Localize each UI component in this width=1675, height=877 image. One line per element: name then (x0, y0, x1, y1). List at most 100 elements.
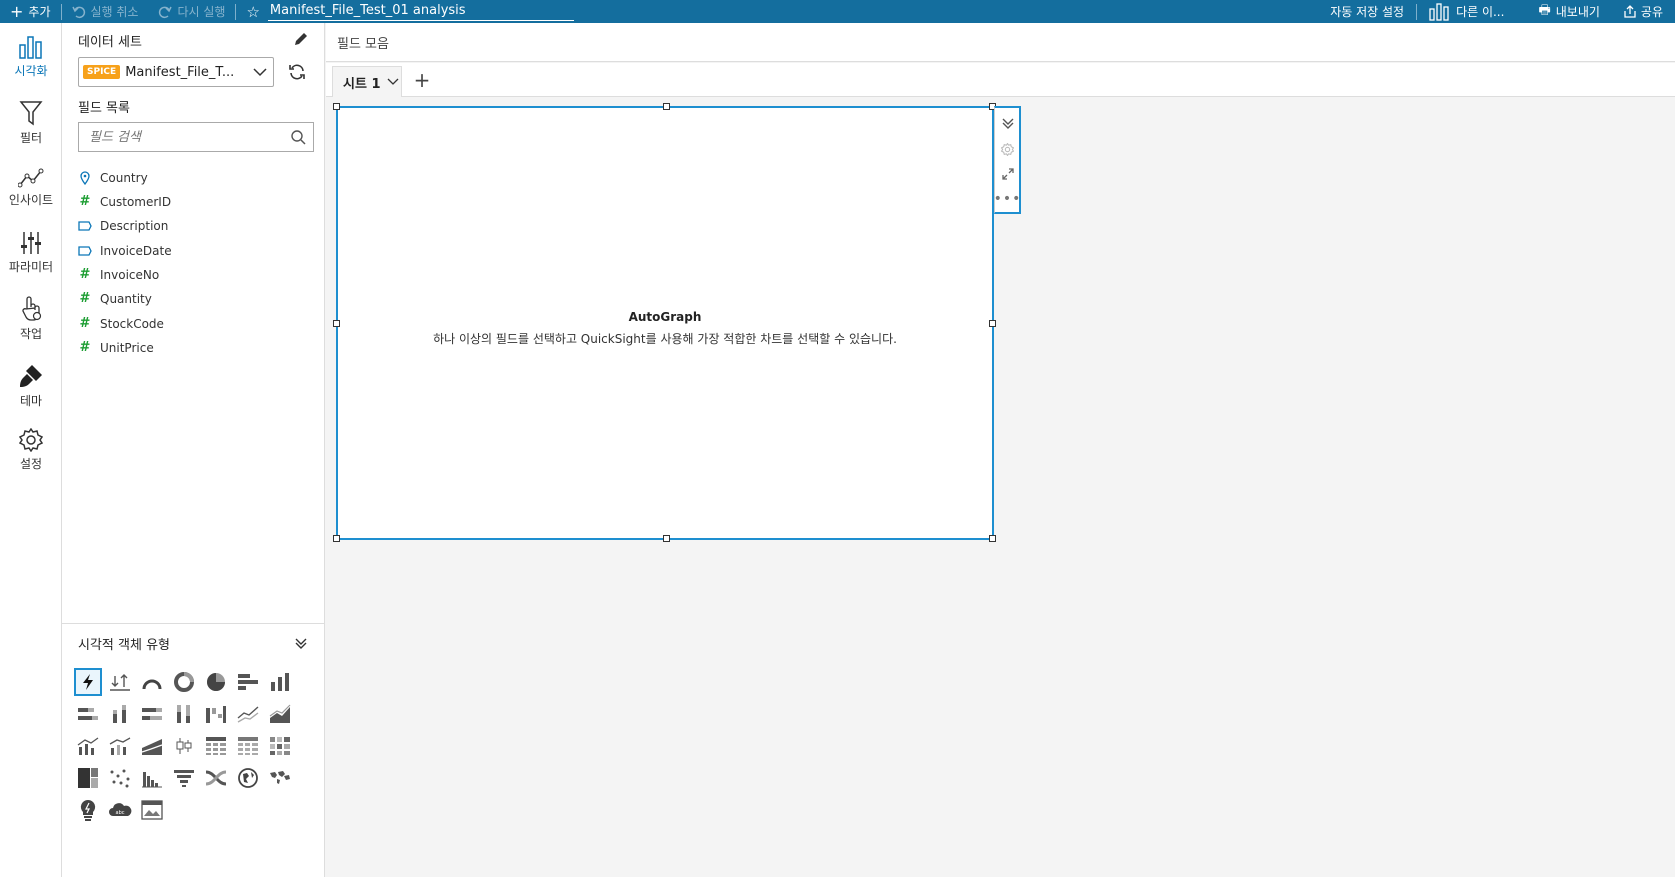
visual-funnel[interactable] (170, 764, 198, 792)
tab-sheet-1[interactable]: 시트 1 (332, 66, 402, 97)
visual-sankey[interactable] (202, 764, 230, 792)
dataset-select[interactable]: SPICE Manifest_File_T... (78, 57, 274, 87)
visual-waterfall[interactable] (202, 700, 230, 728)
toolbar-divider (235, 3, 237, 20)
measure-hash-icon: # (79, 316, 91, 331)
visual-gauge[interactable] (138, 668, 166, 696)
autosave-button[interactable]: 자동 저장 설정 (1318, 0, 1416, 23)
resize-handle[interactable] (989, 535, 996, 542)
resize-handle[interactable] (663, 103, 670, 110)
field-item-quantity[interactable]: # Quantity (78, 287, 152, 311)
double-chevron-down-icon (1002, 118, 1013, 129)
visual-stacked-vertical-bar[interactable] (106, 700, 134, 728)
other-button[interactable]: 다른 이... (1417, 0, 1516, 23)
left-nav-rail: 시각화 필터 인사이트 파라미터 작업 테마 설정 (0, 23, 62, 877)
sankey-icon (205, 770, 227, 786)
visual-stacked-area[interactable] (138, 732, 166, 760)
visual-stacked-horizontal-bar[interactable] (74, 700, 102, 728)
resize-handle[interactable] (663, 535, 670, 542)
export-button[interactable]: 🖶 내보내기 (1526, 0, 1611, 23)
chevron-down-icon[interactable] (387, 78, 399, 86)
spice-badge: SPICE (83, 65, 121, 79)
visual-settings-button[interactable] (995, 136, 1020, 162)
stacked-horizontal-bar-icon (78, 708, 98, 720)
pie-icon (207, 673, 225, 691)
visual-table[interactable] (202, 732, 230, 760)
donut-icon (174, 672, 194, 692)
svg-text:abc: abc (116, 810, 125, 816)
visual-more-button[interactable]: ••• (994, 186, 1021, 212)
stacked-area-icon (141, 739, 163, 755)
field-wells[interactable]: 필드 모음 (326, 23, 1675, 62)
visual-word-cloud[interactable]: abc (106, 796, 134, 824)
rail-item-themes[interactable]: 테마 (0, 363, 62, 423)
visual-custom-content[interactable] (138, 796, 166, 824)
visual-filled-map[interactable] (266, 764, 294, 792)
pivot-table-icon (238, 737, 258, 755)
expand-icon (1001, 168, 1014, 180)
visual-kpi[interactable] (106, 668, 134, 696)
scatter-icon (110, 769, 130, 788)
undo-button[interactable]: 실행 취소 (62, 0, 149, 23)
redo-button[interactable]: 다시 실행 (148, 0, 235, 23)
histogram-icon (142, 772, 162, 788)
rail-item-actions[interactable]: 작업 (0, 296, 62, 356)
filter-icon (19, 101, 43, 126)
visual-scatter[interactable] (106, 764, 134, 792)
visual-box-plot[interactable] (170, 732, 198, 760)
redo-icon (159, 6, 173, 18)
visual-line[interactable] (234, 700, 262, 728)
resize-handle[interactable] (333, 535, 340, 542)
expand-visual-button[interactable] (995, 161, 1020, 187)
analysis-title[interactable]: Manifest_File_Test_01 analysis (267, 2, 574, 21)
field-item-stockcode[interactable]: # StockCode (78, 312, 164, 336)
area-chart-icon (269, 704, 291, 723)
sheet-tab-label: 시트 1 (343, 76, 381, 92)
visual-horizontal-bar[interactable] (234, 668, 262, 696)
field-search-input[interactable] (89, 129, 279, 145)
pencil-icon[interactable] (293, 31, 309, 47)
settings-icon (19, 428, 43, 452)
visual-types-label: 시각적 객체 유형 (78, 638, 170, 653)
field-item-country[interactable]: Country (78, 166, 148, 190)
visual-pivot-table[interactable] (234, 732, 262, 760)
visual-percent-horizontal-bar[interactable] (138, 700, 166, 728)
visual-combo-line-bar[interactable] (74, 732, 102, 760)
visual-pie[interactable] (202, 668, 230, 696)
visual-vertical-bar[interactable] (266, 668, 294, 696)
visual-heat-map[interactable] (266, 732, 294, 760)
share-button[interactable]: 공유 (1612, 0, 1675, 23)
refresh-icon[interactable] (288, 63, 306, 81)
rail-item-settings[interactable]: 설정 (0, 428, 62, 488)
rail-item-parameters[interactable]: 파라미터 (0, 231, 62, 291)
rail-item-insights[interactable]: 인사이트 (0, 168, 62, 228)
add-sheet-button[interactable]: + (410, 68, 434, 92)
visual-donut[interactable] (170, 668, 198, 696)
visual-insight[interactable] (74, 796, 102, 824)
visual-combo-stacked[interactable] (106, 732, 134, 760)
rail-item-visualize[interactable]: 시각화 (0, 35, 62, 95)
resize-handle[interactable] (333, 103, 340, 110)
visual-tree-map[interactable] (74, 764, 102, 792)
visual-histogram[interactable] (138, 764, 166, 792)
visual-geospatial[interactable] (234, 764, 262, 792)
heat-map-icon (270, 737, 290, 755)
visual-title: AutoGraph (628, 310, 702, 324)
field-item-customerid[interactable]: # CustomerID (78, 190, 172, 214)
custom-visual-icon (141, 800, 163, 820)
visual-autograph[interactable] (74, 668, 102, 696)
rail-item-filter[interactable]: 필터 (0, 100, 62, 160)
field-search[interactable] (78, 122, 314, 152)
collapse-visual-button[interactable] (995, 110, 1020, 136)
field-item-description[interactable]: Description (78, 214, 168, 238)
insights-icon (18, 168, 44, 188)
star-icon[interactable]: ☆ (246, 3, 259, 21)
field-item-invoicedate[interactable]: InvoiceDate (78, 239, 172, 263)
field-item-invoiceno[interactable]: # InvoiceNo (78, 263, 160, 287)
field-item-unitprice[interactable]: # UnitPrice (78, 336, 154, 360)
collapse-chevron-icon[interactable] (294, 636, 308, 650)
add-button[interactable]: + 추가 (0, 0, 61, 23)
visual-percent-vertical-bar[interactable] (170, 700, 198, 728)
autograph-visual[interactable]: AutoGraph 하나 이상의 필드를 선택하고 QuickSight를 사용… (333, 103, 996, 542)
visual-area[interactable] (266, 700, 294, 728)
